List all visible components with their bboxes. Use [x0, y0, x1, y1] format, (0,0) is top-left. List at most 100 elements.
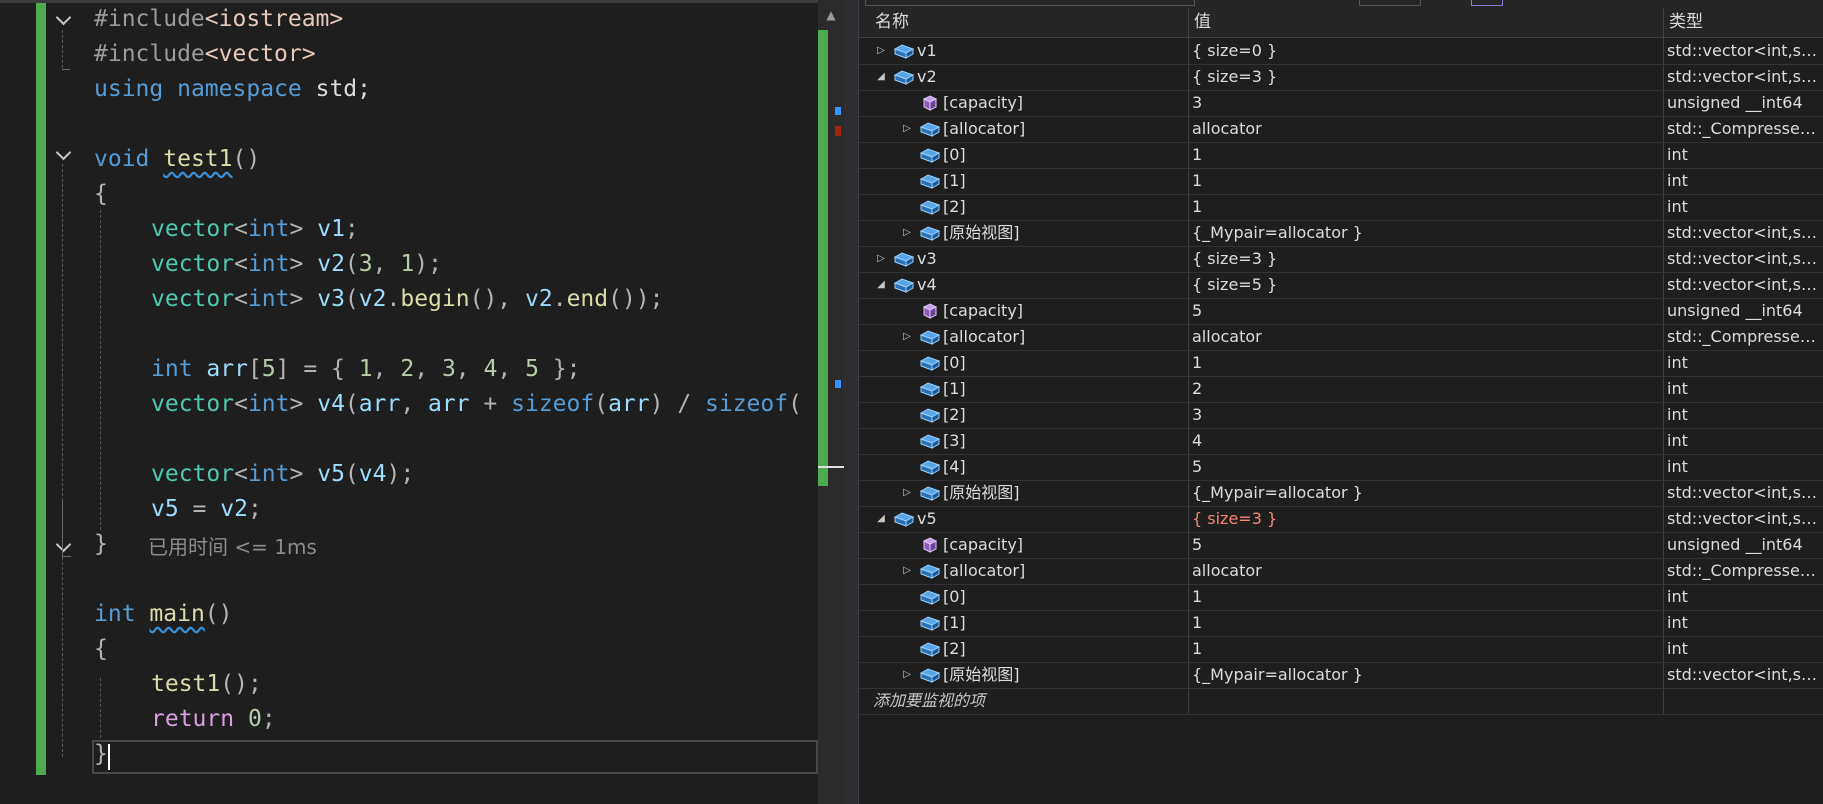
- watch-value[interactable]: {_Mypair=allocator }: [1192, 480, 1363, 506]
- watch-name[interactable]: [capacity]: [943, 90, 1023, 116]
- watch-row[interactable]: ▷ [原始视图] {_Mypair=allocator } std::vector<i…: [859, 480, 1823, 507]
- collapsed-triangle-icon[interactable]: ▷: [901, 324, 913, 350]
- code-line-19[interactable]: {: [94, 632, 108, 667]
- watch-row[interactable]: ▷ [原始视图] {_Mypair=allocator } std::vector<i…: [859, 220, 1823, 247]
- watch-name[interactable]: [2]: [943, 636, 966, 662]
- watch-row[interactable]: ◢ v4 { size=5 } std::vector<int,st...: [859, 272, 1823, 299]
- code-line-1[interactable]: #include<iostream>: [94, 2, 343, 37]
- watch-row[interactable]: ▷ [allocator] allocator std::_Compressed...: [859, 116, 1823, 143]
- watch-name[interactable]: [0]: [943, 142, 966, 168]
- watch-value[interactable]: allocator: [1192, 558, 1262, 584]
- watch-value[interactable]: { size=3 }: [1192, 506, 1277, 532]
- watch-name[interactable]: [0]: [943, 584, 966, 610]
- collapsed-triangle-icon[interactable]: ▷: [901, 220, 913, 246]
- expanded-triangle-icon[interactable]: ◢: [875, 506, 887, 532]
- expanded-triangle-icon[interactable]: ◢: [875, 64, 887, 90]
- watch-row[interactable]: [capacity] 5 unsigned __int64: [859, 532, 1823, 559]
- toolbar-button[interactable]: [1471, 0, 1503, 6]
- pane-splitter[interactable]: [844, 0, 859, 804]
- watch-name[interactable]: [3]: [943, 428, 966, 454]
- watch-value[interactable]: allocator: [1192, 116, 1262, 142]
- watch-row[interactable]: [0] 1 int: [859, 142, 1823, 169]
- search-box[interactable]: [865, 0, 1195, 6]
- watch-name[interactable]: [capacity]: [943, 532, 1023, 558]
- code-line-21[interactable]: return 0;: [151, 702, 276, 737]
- watch-value[interactable]: 1: [1192, 636, 1202, 662]
- collapsed-triangle-icon[interactable]: ▷: [875, 246, 887, 272]
- expanded-triangle-icon[interactable]: ◢: [875, 272, 887, 298]
- watch-value[interactable]: 3: [1192, 90, 1202, 116]
- watch-value[interactable]: 1: [1192, 610, 1202, 636]
- collapsed-triangle-icon[interactable]: ▷: [901, 662, 913, 688]
- watch-value[interactable]: 5: [1192, 532, 1202, 558]
- code-line-5[interactable]: void test1(): [94, 142, 260, 177]
- elapsed-time-hint[interactable]: 已用时间 <= 1ms: [148, 532, 317, 562]
- watch-value[interactable]: { size=3 }: [1192, 246, 1277, 272]
- search-depth-box[interactable]: [1359, 0, 1421, 6]
- watch-name[interactable]: v1: [917, 38, 937, 64]
- code-line-18[interactable]: int main(): [94, 597, 233, 632]
- watch-name[interactable]: v2: [917, 64, 937, 90]
- scroll-up-arrow-icon[interactable]: ▲: [818, 4, 844, 26]
- code-line-20[interactable]: test1();: [151, 667, 262, 702]
- fold-toggle-test1[interactable]: [52, 137, 74, 172]
- watch-row[interactable]: [2] 1 int: [859, 636, 1823, 663]
- code-editor[interactable]: #include<iostream> #include<vector> usin…: [0, 0, 844, 804]
- watch-row[interactable]: [0] 1 int: [859, 584, 1823, 611]
- watch-name[interactable]: [allocator]: [943, 116, 1025, 142]
- watch-value[interactable]: 4: [1192, 428, 1202, 454]
- watch-value[interactable]: 1: [1192, 350, 1202, 376]
- editor-vertical-scrollbar[interactable]: ▲: [818, 0, 844, 804]
- collapsed-triangle-icon[interactable]: ▷: [875, 38, 887, 64]
- watch-value[interactable]: { size=3 }: [1192, 64, 1277, 90]
- fold-toggle-includes[interactable]: [52, 2, 74, 37]
- code-line-8[interactable]: vector<int> v2(3, 1);: [151, 247, 442, 282]
- watch-value[interactable]: 5: [1192, 454, 1202, 480]
- add-watch-row[interactable]: 添加要监视的项: [859, 688, 1823, 715]
- code-line-9[interactable]: vector<int> v3(v2.begin(), v2.end());: [151, 282, 664, 317]
- watch-value[interactable]: { size=0 }: [1192, 38, 1277, 64]
- watch-row[interactable]: [2] 1 int: [859, 194, 1823, 221]
- watch-name[interactable]: v4: [917, 272, 937, 298]
- code-line-22[interactable]: }: [94, 737, 108, 772]
- watch-value[interactable]: 1: [1192, 168, 1202, 194]
- code-line-14[interactable]: vector<int> v5(v4);: [151, 457, 414, 492]
- collapsed-triangle-icon[interactable]: ▷: [901, 480, 913, 506]
- watch-value[interactable]: 1: [1192, 584, 1202, 610]
- watch-name[interactable]: [0]: [943, 350, 966, 376]
- watch-value[interactable]: 1: [1192, 194, 1202, 220]
- watch-row[interactable]: [1] 2 int: [859, 376, 1823, 403]
- watch-row[interactable]: [2] 3 int: [859, 402, 1823, 429]
- watch-row[interactable]: [1] 1 int: [859, 168, 1823, 195]
- collapsed-triangle-icon[interactable]: ▷: [901, 558, 913, 584]
- watch-name[interactable]: [原始视图]: [943, 480, 1020, 506]
- watch-row[interactable]: [1] 1 int: [859, 610, 1823, 637]
- watch-value[interactable]: {_Mypair=allocator }: [1192, 662, 1363, 688]
- code-line-6[interactable]: {: [94, 177, 108, 212]
- watch-row[interactable]: [4] 5 int: [859, 454, 1823, 481]
- watch-name[interactable]: v3: [917, 246, 937, 272]
- watch-value[interactable]: {_Mypair=allocator }: [1192, 220, 1363, 246]
- watch-name[interactable]: [1]: [943, 376, 966, 402]
- column-header-value[interactable]: 值: [1194, 8, 1211, 37]
- watch-value[interactable]: allocator: [1192, 324, 1262, 350]
- watch-row[interactable]: [capacity] 3 unsigned __int64: [859, 90, 1823, 117]
- watch-window[interactable]: 名称 值 类型 ▷ v1{ size=0 } std::vector<int,st.…: [859, 0, 1823, 804]
- watch-name[interactable]: [1]: [943, 168, 966, 194]
- watch-row[interactable]: ▷ [原始视图] {_Mypair=allocator } std::vector<i…: [859, 662, 1823, 689]
- watch-name[interactable]: [原始视图]: [943, 220, 1020, 246]
- watch-row[interactable]: [capacity] 5 unsigned __int64: [859, 298, 1823, 325]
- collapsed-triangle-icon[interactable]: ▷: [901, 116, 913, 142]
- watch-row[interactable]: ▷ v3 { size=3 } std::vector<int,st...: [859, 246, 1823, 273]
- watch-row[interactable]: ▷ [allocator] allocator std::_Compressed...: [859, 558, 1823, 585]
- watch-row[interactable]: ▷ v1 { size=0 } std::vector<int,st...: [859, 38, 1823, 65]
- code-line-7[interactable]: vector<int> v1;: [151, 212, 359, 247]
- code-line-3[interactable]: using namespace std;: [94, 72, 371, 107]
- code-line-11[interactable]: int arr[5] = { 1, 2, 3, 4, 5 };: [151, 352, 581, 387]
- code-line-2[interactable]: #include<vector>: [94, 37, 316, 72]
- watch-name[interactable]: [原始视图]: [943, 662, 1020, 688]
- code-line-15[interactable]: v5 = v2;: [151, 492, 262, 527]
- watch-name[interactable]: [allocator]: [943, 558, 1025, 584]
- watch-name[interactable]: [1]: [943, 610, 966, 636]
- watch-name[interactable]: [2]: [943, 402, 966, 428]
